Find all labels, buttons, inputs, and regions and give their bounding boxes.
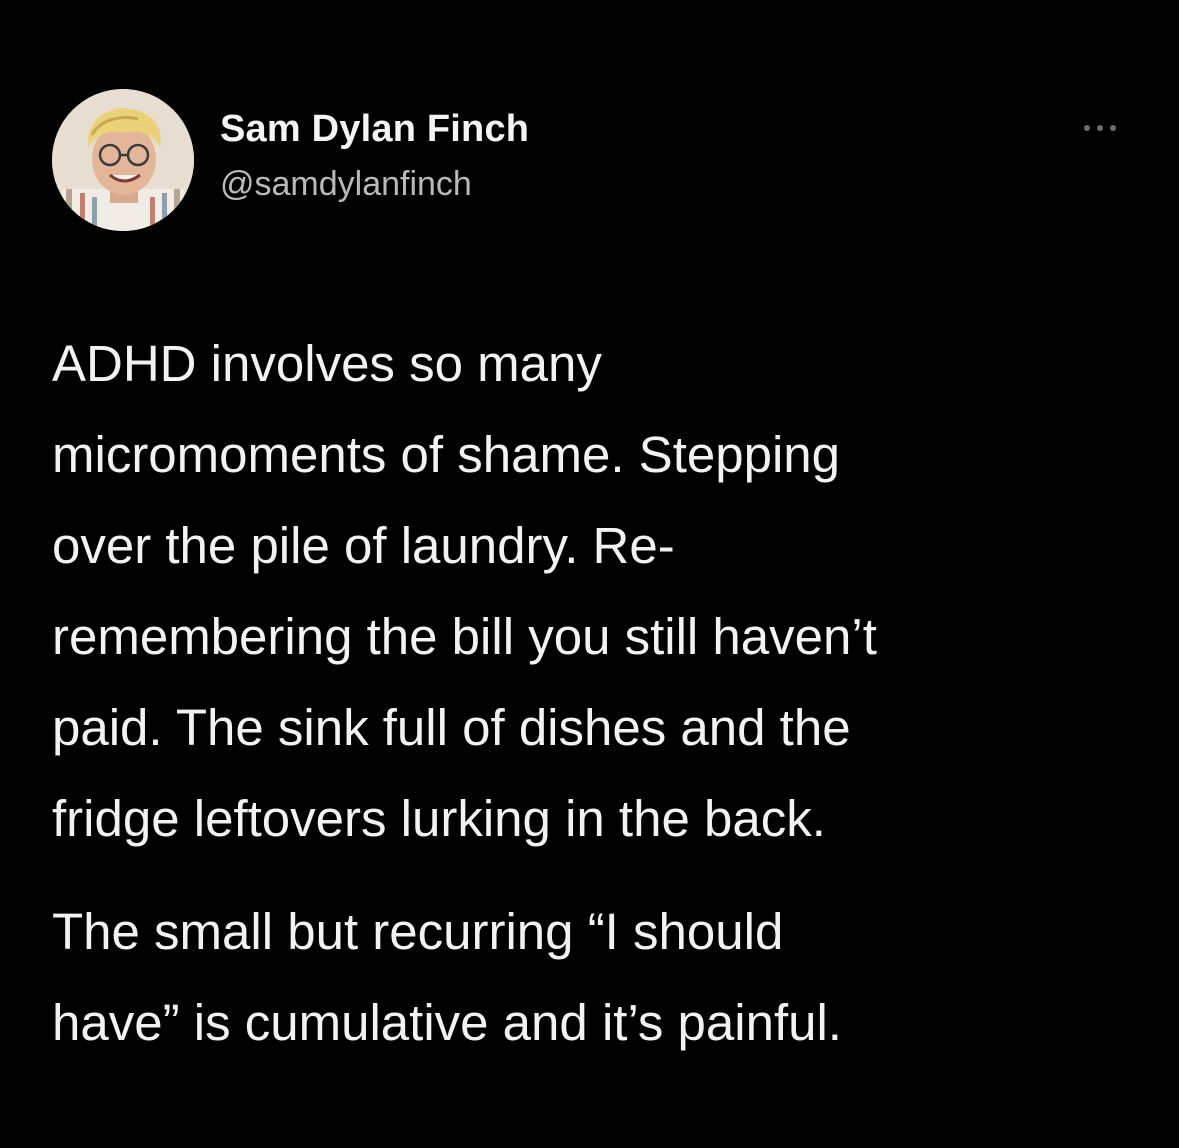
tweet-line: ADHD involves so many: [52, 335, 602, 392]
tweet-line: fridge leftovers lurking in the back.: [52, 790, 826, 847]
dot: [1110, 125, 1116, 131]
tweet-line: over the pile of laundry. Re-: [52, 517, 675, 574]
tweet-line: remembering the bill you still haven’t: [52, 608, 877, 665]
profile-photo-icon: [52, 89, 194, 231]
tweet-line: have” is cumulative and it’s painful.: [52, 994, 842, 1051]
tweet-line: The small but recurring “I should: [52, 903, 784, 960]
tweet-card: Sam Dylan Finch @samdylanfinch ADHD invo…: [0, 0, 1179, 1148]
tweet-paragraph: ADHD involves so many micromoments of sh…: [52, 318, 1152, 864]
dot: [1097, 125, 1103, 131]
tweet-line: paid. The sink full of dishes and the: [52, 699, 851, 756]
tweet-paragraph: The small but recurring “I should have” …: [52, 886, 1152, 1068]
avatar[interactable]: [52, 89, 194, 231]
dot: [1084, 125, 1090, 131]
author-handle[interactable]: @samdylanfinch: [220, 165, 472, 204]
tweet-line: micromoments of shame. Stepping: [52, 426, 841, 483]
more-options-icon[interactable]: [1072, 116, 1128, 140]
author-display-name[interactable]: Sam Dylan Finch: [220, 108, 529, 151]
tweet-text: ADHD involves so many micromoments of sh…: [52, 318, 1152, 1068]
